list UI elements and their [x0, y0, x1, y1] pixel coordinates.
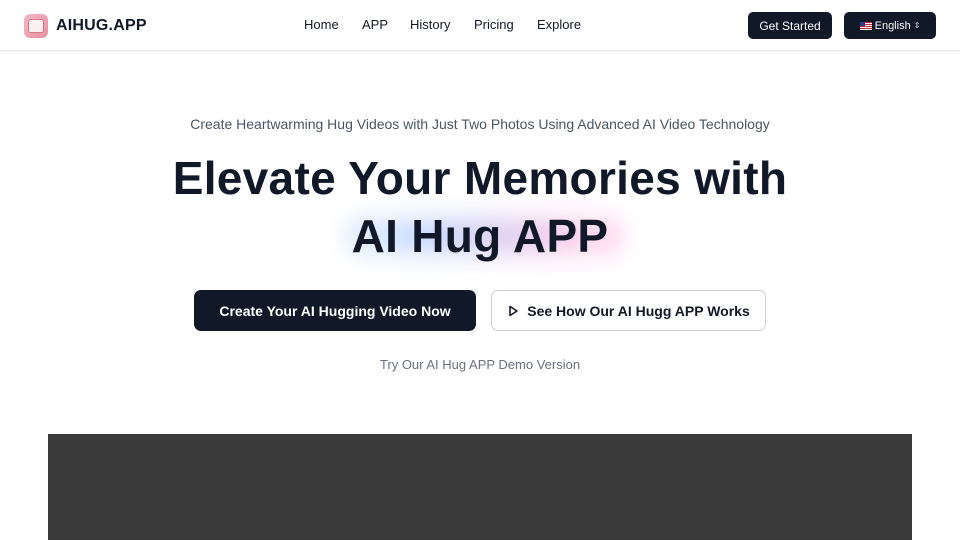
nav-pricing[interactable]: Pricing [474, 17, 514, 32]
nav-history[interactable]: History [410, 17, 450, 32]
hero-headline-line2: AI Hug APP [351, 210, 609, 262]
nav-app[interactable]: APP [362, 17, 388, 32]
site-header: AIHUG.APP Home APP History Pricing Explo… [0, 0, 960, 51]
play-icon [509, 305, 519, 316]
create-video-button[interactable]: Create Your AI Hugging Video Now [194, 290, 476, 331]
chevron-up-down-icon: ⇕ [913, 21, 921, 30]
us-flag-icon [859, 21, 872, 30]
language-select[interactable]: English ⇕ [844, 12, 936, 39]
get-started-button[interactable]: Get Started [748, 12, 832, 39]
see-how-button[interactable]: See How Our AI Hugg APP Works [491, 290, 766, 331]
nav-home[interactable]: Home [304, 17, 339, 32]
hero-headline-line1: Elevate Your Memories with [172, 152, 788, 204]
demo-video-player[interactable] [48, 434, 912, 540]
demo-link[interactable]: Try Our AI Hug APP Demo Version [0, 357, 960, 372]
nav-explore[interactable]: Explore [537, 17, 581, 32]
see-how-label: See How Our AI Hugg APP Works [527, 302, 750, 319]
hero-subtitle: Create Heartwarming Hug Videos with Just… [190, 116, 770, 132]
language-label: English [874, 19, 911, 32]
